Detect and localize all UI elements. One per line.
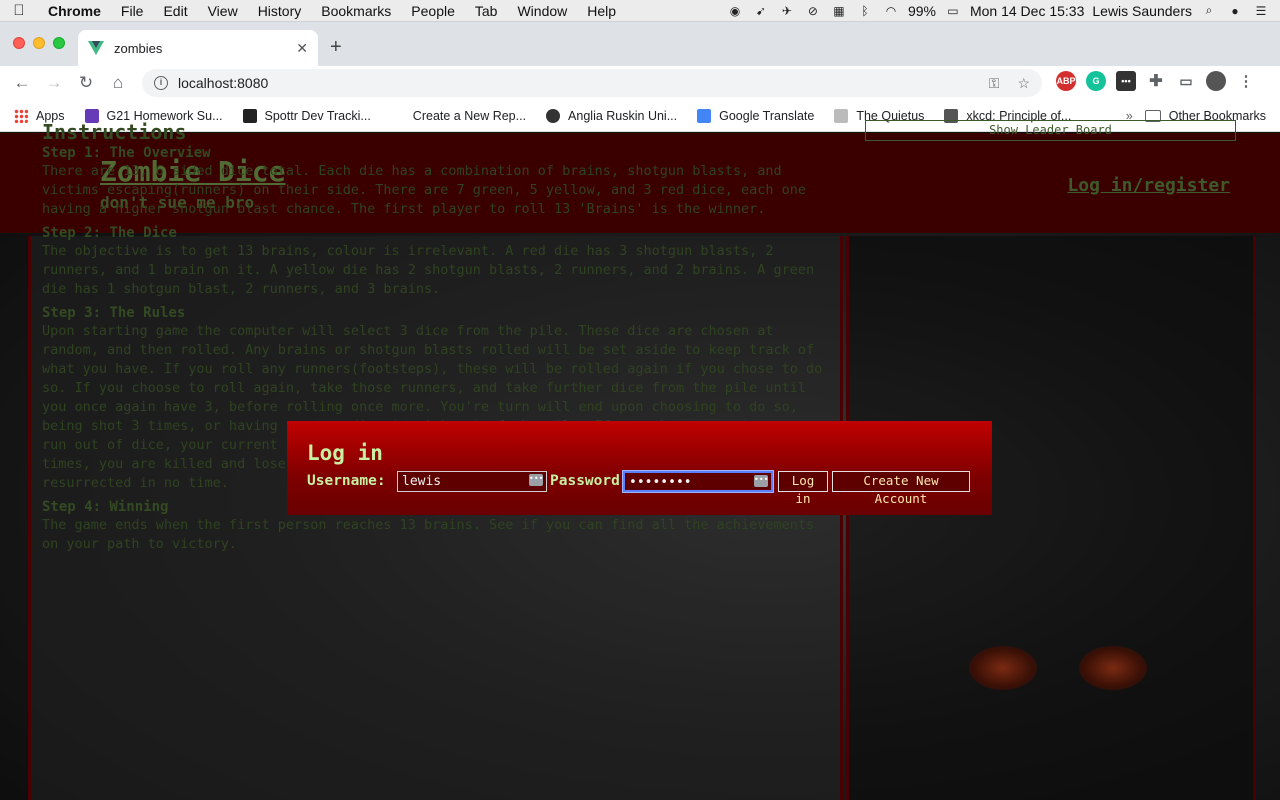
notification-center-icon[interactable]: ☰ [1252, 4, 1270, 18]
password-label: Password [550, 473, 620, 489]
quietus-favicon-icon [834, 108, 849, 123]
login-modal-title: Log in [307, 441, 383, 465]
clock[interactable]: Mon 14 Dec 15:33 [970, 3, 1084, 19]
tab-title: zombies [114, 40, 163, 56]
menu-bookmarks[interactable]: Bookmarks [311, 3, 401, 19]
back-button[interactable]: ← [6, 73, 38, 93]
fullscreen-window-button[interactable] [53, 37, 65, 49]
spotlight-icon[interactable]: ⌕ [1200, 3, 1218, 18]
login-register-link[interactable]: Log in/register [1067, 175, 1230, 196]
username-label: Username: [307, 473, 386, 489]
sync-icon[interactable]: ◉ [726, 4, 744, 18]
battery-percent: 99% [907, 2, 936, 19]
screen-icon[interactable]: ▦ [830, 4, 848, 18]
menu-people[interactable]: People [401, 3, 465, 19]
forward-button[interactable]: → [38, 73, 70, 93]
password-extension-icon[interactable]: ••• [1116, 71, 1136, 91]
username-input[interactable]: lewis ••• [397, 471, 547, 492]
site-info-icon[interactable]: i [154, 76, 168, 90]
wifi-icon[interactable]: ◠ [882, 4, 900, 18]
do-not-disturb-icon[interactable]: ⊘ [804, 4, 822, 18]
battery-icon[interactable]: ▭ [944, 4, 962, 18]
bluetooth-icon[interactable]: ᛒ [856, 4, 874, 18]
menu-history[interactable]: History [248, 3, 312, 19]
zombie-eye-left-decoration [969, 646, 1037, 690]
key-icon[interactable]: ⚿ [989, 75, 1000, 92]
create-account-button[interactable]: Create New Account [832, 471, 970, 506]
grammarly-extension-icon[interactable]: G [1086, 71, 1106, 91]
adblock-extension-icon[interactable]: ABP [1056, 71, 1076, 91]
vue-logo-icon [88, 41, 104, 55]
password-input[interactable]: •••••••• ••• [623, 471, 773, 492]
bookmark-star-icon[interactable]: ☆ [1017, 75, 1030, 92]
login-modal: Log in Username: lewis ••• Password ••••… [287, 421, 992, 515]
cast-icon[interactable]: ▭ [1176, 71, 1196, 91]
username-value: lewis [402, 474, 442, 489]
close-tab-icon[interactable]: ✕ [296, 40, 308, 57]
leaderboard-panel [846, 236, 1256, 800]
step-2-title: Step 2: The Dice [42, 225, 177, 241]
profile-avatar[interactable] [1206, 71, 1226, 91]
macos-menu-bar:  Chrome File Edit View History Bookmark… [0, 0, 1280, 22]
menu-chrome[interactable]: Chrome [38, 3, 111, 19]
siri-icon[interactable]: ● [1226, 4, 1244, 18]
cursor-icon[interactable]: ➹ [752, 4, 770, 18]
chrome-menu-icon[interactable]: ⋮ [1236, 71, 1256, 91]
menu-edit[interactable]: Edit [153, 3, 197, 19]
user-name[interactable]: Lewis Saunders [1092, 3, 1192, 19]
step-1-title: Step 1: The Overview [42, 145, 211, 161]
tab-zombies[interactable]: zombies ✕ [78, 30, 318, 66]
browser-toolbar: ← → ↻ ⌂ i localhost:8080 ⚿ ☆ ABP G ••• ✚… [0, 66, 1280, 100]
password-manager-icon[interactable]: ••• [529, 474, 543, 486]
step-2-body: The objective is to get 13 brains, colou… [42, 243, 815, 297]
step-1-body: There are 13, 6 sided dice total. Each d… [42, 163, 807, 217]
menu-tab[interactable]: Tab [465, 3, 508, 19]
instructions-heading: Instructions [42, 120, 187, 144]
new-tab-button[interactable]: + [330, 36, 342, 59]
extensions-puzzle-icon[interactable]: ✚ [1146, 71, 1166, 91]
address-bar[interactable]: i localhost:8080 ⚿ ☆ [142, 69, 1042, 97]
step-4-body: The game ends when the first person reac… [42, 517, 815, 552]
tab-strip: zombies ✕ + [0, 22, 1280, 72]
apps-grid-icon [14, 108, 28, 123]
reload-button[interactable]: ↻ [70, 73, 102, 93]
close-window-button[interactable] [13, 37, 25, 49]
password-manager-icon[interactable]: ••• [754, 475, 768, 487]
minimize-window-button[interactable] [33, 37, 45, 49]
menu-view[interactable]: View [198, 3, 248, 19]
password-value: •••••••• [629, 475, 692, 490]
log-in-button[interactable]: Log in [778, 471, 828, 506]
show-leaderboard-button[interactable]: Show Leader Board [865, 120, 1236, 141]
zombie-eye-right-decoration [1079, 646, 1147, 690]
menu-window[interactable]: Window [507, 3, 577, 19]
apple-menu-icon[interactable]:  [0, 2, 38, 19]
menu-help[interactable]: Help [577, 3, 626, 19]
home-button[interactable]: ⌂ [102, 73, 134, 93]
url-text[interactable]: localhost:8080 [178, 75, 268, 91]
menu-file[interactable]: File [111, 3, 154, 19]
step-3-title: Step 3: The Rules [42, 305, 186, 321]
cloud-icon[interactable]: ✈ [778, 4, 796, 18]
